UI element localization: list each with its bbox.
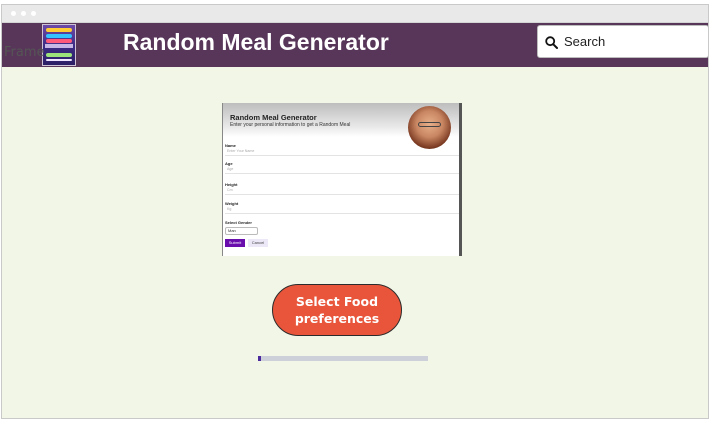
form-label-gender: Select Gender	[225, 220, 252, 225]
progress-fill	[258, 356, 262, 361]
form-cancel-button: Cancel	[248, 239, 268, 247]
page-title: Random Meal Generator	[123, 29, 389, 55]
select-food-preferences-button[interactable]: Select Food preferences	[272, 284, 402, 336]
form-input-height: Cm	[225, 188, 459, 195]
form-label-age: Age	[225, 161, 233, 166]
form-label-name: Name	[225, 143, 236, 148]
search-input[interactable]	[564, 26, 704, 57]
form-screenshot: Random Meal Generator Enter your persona…	[222, 103, 462, 256]
window-titlebar	[2, 5, 708, 23]
app-window: Random Meal Generator Frame Random Meal …	[1, 4, 709, 419]
cta-label: Select Food preferences	[294, 294, 380, 326]
form-subtitle: Enter your personal information to get a…	[230, 122, 351, 128]
form-input-weight: Kg	[225, 207, 459, 214]
frame-label: Frame	[4, 45, 45, 60]
form-label-weight: Weight	[225, 201, 239, 206]
app-logo-icon[interactable]	[42, 24, 76, 66]
window-close-button[interactable]	[11, 11, 16, 16]
form-input-name: Enter Your Name	[225, 149, 459, 156]
progress-bar	[258, 356, 428, 361]
window-minimize-button[interactable]	[21, 11, 26, 16]
form-input-age: Age	[225, 167, 459, 174]
form-gender-select: Man	[225, 227, 258, 235]
app-header: Random Meal Generator	[2, 23, 708, 67]
search-box[interactable]	[537, 25, 708, 58]
window-maximize-button[interactable]	[31, 11, 36, 16]
form-title: Random Meal Generator	[230, 113, 317, 122]
form-submit-button: Submit	[225, 239, 245, 247]
form-label-height: Height	[225, 182, 238, 187]
search-icon	[545, 36, 558, 49]
profile-photo	[408, 106, 451, 149]
